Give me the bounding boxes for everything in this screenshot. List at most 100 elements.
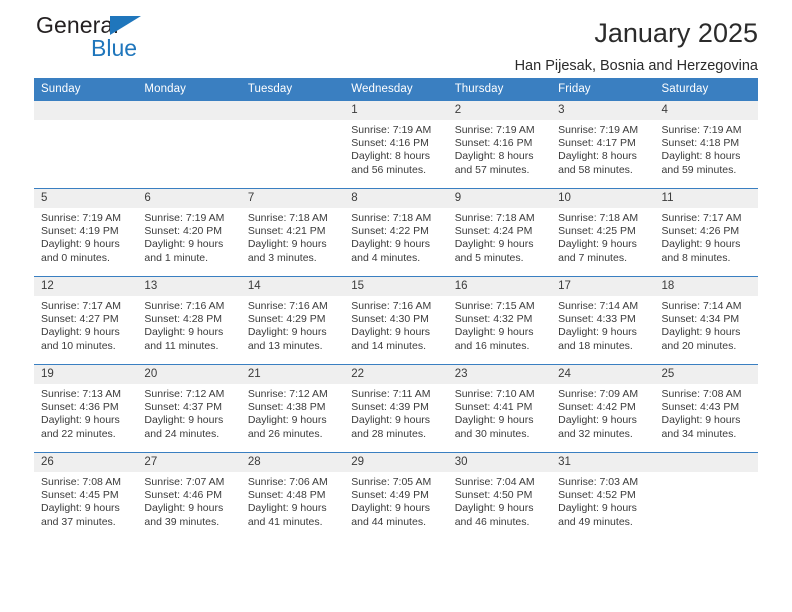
sunrise-text: Sunrise: 7:08 AM [661,388,742,400]
day-number: 21 [240,365,345,384]
day-cell[interactable]: 22 Sunrise: 7:11 AM Sunset: 4:39 PM Dayligh… [344,365,448,452]
day-details: Sunrise: 7:17 AM Sunset: 4:26 PM Daylight:… [655,208,758,265]
day-details: Sunrise: 7:16 AM Sunset: 4:28 PM Daylight:… [137,296,240,353]
day-number: 16 [447,277,552,296]
day-number [34,101,138,120]
daylight-text-line1: Daylight: 9 hours [144,326,224,339]
day-cell[interactable]: 27 Sunrise: 7:07 AM Sunset: 4:46 PM Dayligh… [137,453,241,540]
sunset-text: Sunset: 4:36 PM [41,401,119,414]
calendar-cell: 28 Sunrise: 7:06 AM Sunset: 4:48 PM Dayligh… [240,452,345,540]
day-cell[interactable]: 13 Sunrise: 7:16 AM Sunset: 4:28 PM Dayligh… [137,277,241,364]
daylight-text-line1: Daylight: 8 hours [351,150,431,163]
daylight-text-line1: Daylight: 9 hours [351,414,431,427]
day-cell[interactable]: 14 Sunrise: 7:16 AM Sunset: 4:29 PM Dayligh… [240,277,345,364]
day-cell[interactable]: 23 Sunrise: 7:10 AM Sunset: 4:41 PM Dayligh… [447,365,552,452]
calendar-cell: 31 Sunrise: 7:03 AM Sunset: 4:52 PM Dayligh… [551,452,655,540]
day-number: 12 [34,277,138,296]
day-cell[interactable]: 11 Sunrise: 7:17 AM Sunset: 4:26 PM Dayligh… [654,189,758,276]
day-cell[interactable]: 4 Sunrise: 7:19 AM Sunset: 4:18 PM Daylight… [654,101,758,188]
day-cell[interactable]: 20 Sunrise: 7:12 AM Sunset: 4:37 PM Dayligh… [137,365,241,452]
daylight-text-line2: and 20 minutes. [661,339,737,352]
day-cell[interactable]: 6 Sunrise: 7:19 AM Sunset: 4:20 PM Daylight… [137,189,241,276]
day-cell[interactable]: 12 Sunrise: 7:17 AM Sunset: 4:27 PM Dayligh… [34,277,138,364]
daylight-text-line1: Daylight: 9 hours [41,502,120,515]
daylight-text-line1: Daylight: 9 hours [247,326,327,339]
day-cell[interactable]: 17 Sunrise: 7:14 AM Sunset: 4:33 PM Dayligh… [551,277,655,364]
day-cell[interactable]: 18 Sunrise: 7:14 AM Sunset: 4:34 PM Dayligh… [654,277,758,364]
sunrise-text: Sunrise: 7:19 AM [558,124,639,136]
daylight-text-line1: Daylight: 9 hours [41,326,120,339]
day-cell[interactable]: 25 Sunrise: 7:08 AM Sunset: 4:43 PM Dayligh… [654,365,758,452]
day-cell[interactable]: 3 Sunrise: 7:19 AM Sunset: 4:17 PM Daylight… [551,101,655,188]
sunrise-text: Sunrise: 7:19 AM [454,124,535,136]
day-details: Sunrise: 7:11 AM Sunset: 4:39 PM Daylight:… [344,384,447,441]
day-details: Sunrise: 7:18 AM Sunset: 4:21 PM Daylight:… [241,208,344,265]
sunset-text: Sunset: 4:41 PM [454,401,533,414]
sunrise-text: Sunrise: 7:12 AM [247,388,328,400]
calendar-page: General Blue January 2025 Han Pijesak, B… [0,0,792,612]
day-cell[interactable]: 10 Sunrise: 7:18 AM Sunset: 4:25 PM Dayligh… [551,189,655,276]
day-cell[interactable]: 7 Sunrise: 7:18 AM Sunset: 4:21 PM Daylight… [240,189,345,276]
sunrise-text: Sunrise: 7:16 AM [247,300,328,312]
sunrise-text: Sunrise: 7:16 AM [351,300,432,312]
day-cell-empty [240,101,345,188]
daylight-text-line1: Daylight: 9 hours [247,238,327,251]
daylight-text-line1: Daylight: 9 hours [454,238,534,251]
day-cell[interactable]: 26 Sunrise: 7:08 AM Sunset: 4:45 PM Dayligh… [34,453,138,540]
daylight-text-line2: and 14 minutes. [351,339,426,352]
sunset-text: Sunset: 4:21 PM [247,225,326,238]
day-cell[interactable]: 15 Sunrise: 7:16 AM Sunset: 4:30 PM Dayligh… [344,277,448,364]
day-details: Sunrise: 7:10 AM Sunset: 4:41 PM Daylight:… [448,384,551,441]
title-block: January 2025 Han Pijesak, Bosnia and Her… [515,0,758,75]
day-cell[interactable]: 24 Sunrise: 7:09 AM Sunset: 4:42 PM Dayligh… [551,365,655,452]
daylight-text-line2: and 3 minutes. [247,251,317,264]
sunset-text: Sunset: 4:37 PM [144,401,223,414]
calendar-cell: 16 Sunrise: 7:15 AM Sunset: 4:32 PM Dayligh… [447,276,552,365]
calendar-cell: 23 Sunrise: 7:10 AM Sunset: 4:41 PM Dayligh… [447,364,552,453]
day-cell[interactable]: 21 Sunrise: 7:12 AM Sunset: 4:38 PM Dayligh… [240,365,345,452]
day-number: 4 [654,101,758,120]
sunrise-text: Sunrise: 7:03 AM [558,476,639,488]
day-cell[interactable]: 31 Sunrise: 7:03 AM Sunset: 4:52 PM Dayligh… [551,453,655,540]
day-cell[interactable]: 19 Sunrise: 7:13 AM Sunset: 4:36 PM Dayligh… [34,365,138,452]
sunset-text: Sunset: 4:34 PM [661,313,740,326]
day-number: 24 [551,365,655,384]
daylight-text-line2: and 46 minutes. [454,515,530,528]
day-cell[interactable]: 2 Sunrise: 7:19 AM Sunset: 4:16 PM Daylight… [447,101,552,188]
day-cell[interactable]: 8 Sunrise: 7:18 AM Sunset: 4:22 PM Daylight… [344,189,448,276]
day-cell[interactable]: 29 Sunrise: 7:05 AM Sunset: 4:49 PM Dayligh… [344,453,448,540]
day-details: Sunrise: 7:04 AM Sunset: 4:50 PM Daylight:… [448,472,551,529]
daylight-text-line2: and 49 minutes. [558,515,633,528]
daylight-text-line1: Daylight: 9 hours [351,238,431,251]
calendar-cell: 7 Sunrise: 7:18 AM Sunset: 4:21 PM Daylight… [240,188,345,277]
daylight-text-line1: Daylight: 9 hours [558,238,637,251]
calendar-cell: 6 Sunrise: 7:19 AM Sunset: 4:20 PM Daylight… [137,188,241,277]
daylight-text-line2: and 57 minutes. [454,163,530,176]
day-cell-empty [137,101,241,188]
calendar-cell: 1 Sunrise: 7:19 AM Sunset: 4:16 PM Daylight… [344,101,448,189]
day-number: 11 [654,189,758,208]
day-cell[interactable]: 28 Sunrise: 7:06 AM Sunset: 4:48 PM Dayligh… [240,453,345,540]
day-cell[interactable]: 5 Sunrise: 7:19 AM Sunset: 4:19 PM Daylight… [34,189,138,276]
daylight-text-line2: and 41 minutes. [247,515,323,528]
daylight-text-line1: Daylight: 9 hours [41,238,120,251]
weekday-header-tuesday: Tuesday [240,78,345,101]
sunrise-text: Sunrise: 7:08 AM [41,476,121,488]
daylight-text-line1: Daylight: 9 hours [558,414,637,427]
day-cell[interactable]: 9 Sunrise: 7:18 AM Sunset: 4:24 PM Daylight… [447,189,552,276]
brand-triangle-icon [110,16,141,35]
day-cell[interactable]: 16 Sunrise: 7:15 AM Sunset: 4:32 PM Dayligh… [447,277,552,364]
day-details: Sunrise: 7:07 AM Sunset: 4:46 PM Daylight:… [137,472,240,529]
day-cell[interactable]: 30 Sunrise: 7:04 AM Sunset: 4:50 PM Dayligh… [447,453,552,540]
brand-text-blue: Blue [91,35,138,61]
day-cell[interactable]: 1 Sunrise: 7:19 AM Sunset: 4:16 PM Daylight… [344,101,448,188]
daylight-text-line2: and 58 minutes. [558,163,633,176]
day-details: Sunrise: 7:16 AM Sunset: 4:29 PM Daylight:… [241,296,344,353]
weekday-header-sunday: Sunday [34,78,138,101]
sunset-text: Sunset: 4:16 PM [351,137,429,150]
day-number: 31 [551,453,655,472]
sunrise-text: Sunrise: 7:09 AM [558,388,639,400]
day-number: 26 [34,453,138,472]
day-details: Sunrise: 7:19 AM Sunset: 4:20 PM Daylight:… [137,208,240,265]
daylight-text-line1: Daylight: 9 hours [454,326,534,339]
